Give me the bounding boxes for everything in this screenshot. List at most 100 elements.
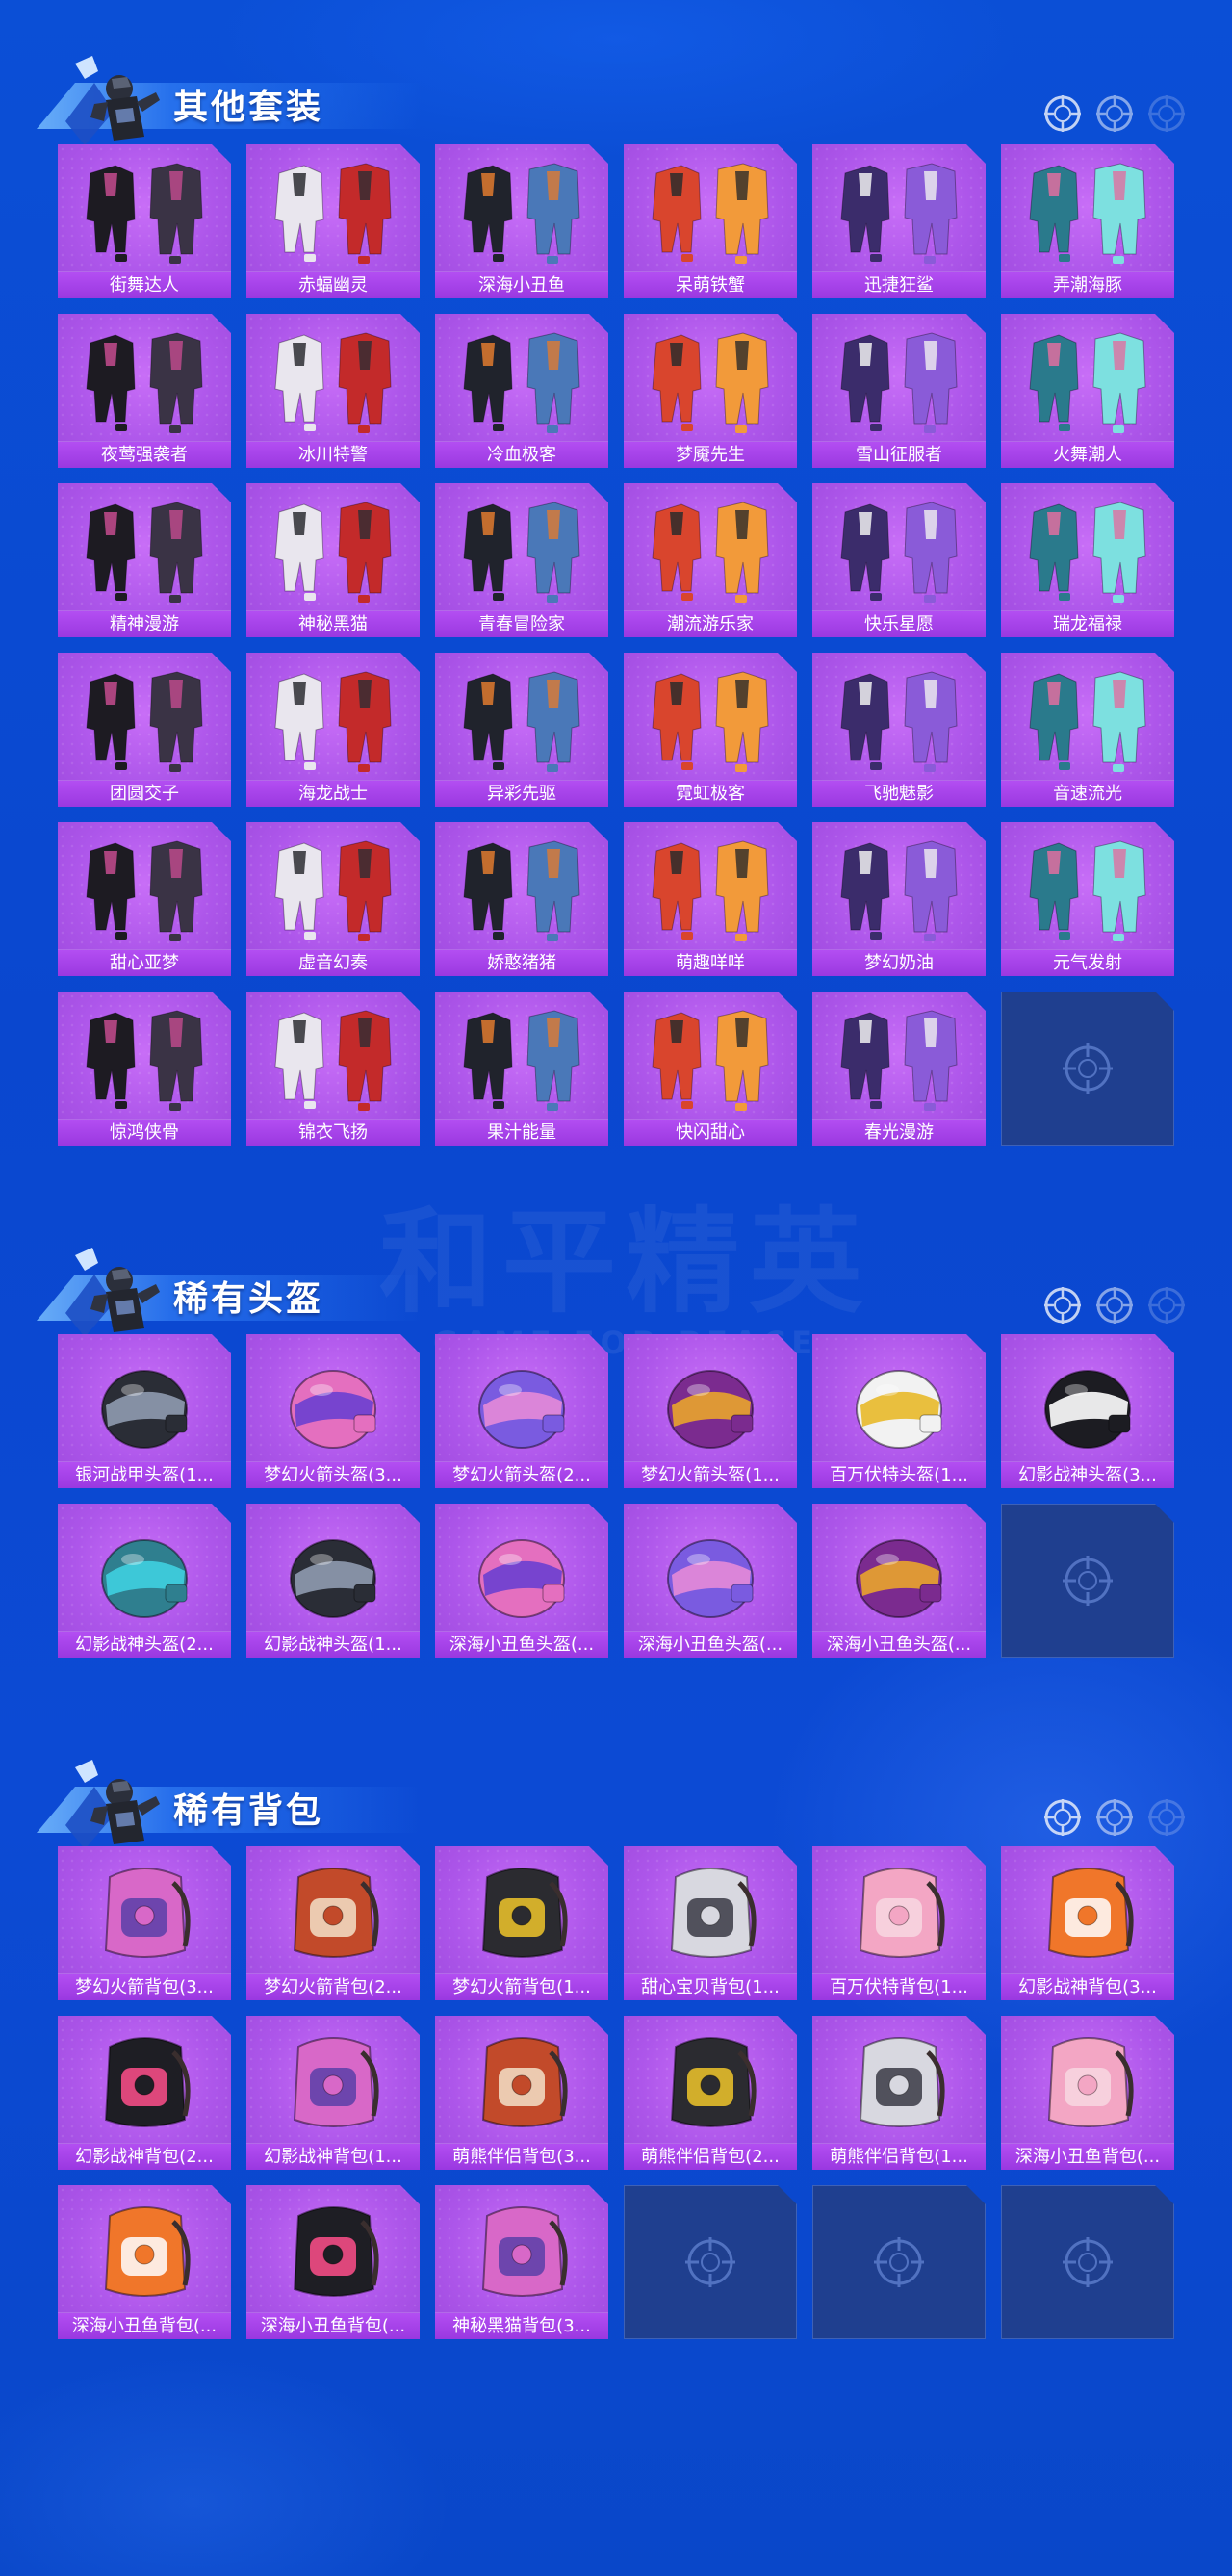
item-label: 街舞达人: [58, 271, 231, 298]
crosshair-placeholder-icon: [1061, 1042, 1115, 1095]
item-card[interactable]: 幻影战神背包(2...: [58, 2016, 231, 2170]
item-card[interactable]: 萌熊伴侣背包(3...: [435, 2016, 608, 2170]
item-card[interactable]: 梦幻火箭头盔(2...: [435, 1334, 608, 1488]
section-header: 其他套装: [29, 46, 443, 152]
item-card[interactable]: 海龙战士: [246, 653, 420, 807]
item-card[interactable]: 深海小丑鱼背包(...: [246, 2185, 420, 2339]
item-card[interactable]: 音速流光: [1001, 653, 1174, 807]
item-card[interactable]: 幻影战神背包(3...: [1001, 1846, 1174, 2000]
item-card[interactable]: 深海小丑鱼背包(...: [58, 2185, 231, 2339]
item-card[interactable]: 梦幻火箭背包(1...: [435, 1846, 608, 2000]
item-label: 迅捷狂鲨: [812, 271, 986, 298]
item-card[interactable]: 百万伏特背包(1...: [812, 1846, 986, 2000]
outfit-icon: [77, 830, 212, 943]
item-label: 冰川特警: [246, 441, 420, 468]
item-card[interactable]: 青春冒险家: [435, 483, 608, 637]
crosshair-decoration: [1043, 1286, 1186, 1325]
item-label: 梦幻火箭头盔(3...: [246, 1461, 420, 1488]
item-card[interactable]: 雪山征服者: [812, 314, 986, 468]
item-card[interactable]: 火舞潮人: [1001, 314, 1174, 468]
item-label: 幻影战神头盔(2...: [58, 1631, 231, 1658]
item-card[interactable]: 百万伏特头盔(1...: [812, 1334, 986, 1488]
item-card[interactable]: 团圆交子: [58, 653, 231, 807]
outfit-icon: [643, 491, 778, 605]
section-title: 稀有头盔: [173, 1279, 324, 1319]
item-label: 幻影战神头盔(3...: [1001, 1461, 1174, 1488]
item-label: 银河战甲头盔(1...: [58, 1461, 231, 1488]
helmet-icon: [832, 1342, 966, 1455]
item-card[interactable]: 梦幻奶油: [812, 822, 986, 976]
item-card[interactable]: 果汁能量: [435, 992, 608, 1146]
helmet-icon: [77, 1342, 212, 1455]
helmet-icon: [454, 1511, 589, 1625]
item-card[interactable]: 幻影战神头盔(2...: [58, 1504, 231, 1658]
item-card[interactable]: 深海小丑鱼头盔(...: [812, 1504, 986, 1658]
outfit-icon: [643, 660, 778, 774]
crosshair-icon: [1095, 1798, 1134, 1837]
item-card[interactable]: 赤蝠幽灵: [246, 144, 420, 298]
item-card[interactable]: 梦幻火箭头盔(1...: [624, 1334, 797, 1488]
outfit-icon: [77, 322, 212, 435]
item-card[interactable]: 呆萌铁蟹: [624, 144, 797, 298]
item-card[interactable]: 快闪甜心: [624, 992, 797, 1146]
item-card[interactable]: 瑞龙福禄: [1001, 483, 1174, 637]
item-card[interactable]: 弄潮海豚: [1001, 144, 1174, 298]
item-card[interactable]: 异彩先驱: [435, 653, 608, 807]
section-header: 稀有背包: [29, 1750, 443, 1856]
item-card[interactable]: 萌趣咩咩: [624, 822, 797, 976]
item-card[interactable]: 深海小丑鱼头盔(...: [624, 1504, 797, 1658]
outfit-icon: [643, 830, 778, 943]
item-card[interactable]: 梦幻火箭头盔(3...: [246, 1334, 420, 1488]
item-label: 瑞龙福禄: [1001, 610, 1174, 637]
backpack-icon: [832, 2023, 966, 2137]
item-card[interactable]: 春光漫游: [812, 992, 986, 1146]
item-card[interactable]: 夜莺强袭者: [58, 314, 231, 468]
item-card[interactable]: 冷血极客: [435, 314, 608, 468]
item-card[interactable]: 银河战甲头盔(1...: [58, 1334, 231, 1488]
item-card[interactable]: 锦衣飞扬: [246, 992, 420, 1146]
item-label: 团圆交子: [58, 780, 231, 807]
item-card[interactable]: 幻影战神背包(1...: [246, 2016, 420, 2170]
item-card[interactable]: 神秘黑猫: [246, 483, 420, 637]
item-card[interactable]: 深海小丑鱼: [435, 144, 608, 298]
section-title: 稀有背包: [173, 1791, 324, 1831]
crosshair-placeholder-icon: [872, 2235, 926, 2289]
crosshair-placeholder-icon: [1061, 1554, 1115, 1608]
item-card[interactable]: 潮流游乐家: [624, 483, 797, 637]
item-card[interactable]: 梦幻火箭背包(3...: [58, 1846, 231, 2000]
backpack-icon: [1020, 2023, 1155, 2137]
item-card[interactable]: 深海小丑鱼背包(...: [1001, 2016, 1174, 2170]
item-card[interactable]: 迅捷狂鲨: [812, 144, 986, 298]
item-card[interactable]: 娇憨猪猪: [435, 822, 608, 976]
item-card[interactable]: 精神漫游: [58, 483, 231, 637]
item-label: 萌熊伴侣背包(1...: [812, 2143, 986, 2170]
item-card[interactable]: 梦幻火箭背包(2...: [246, 1846, 420, 2000]
item-label: 深海小丑鱼背包(...: [58, 2312, 231, 2339]
item-card[interactable]: 快乐星愿: [812, 483, 986, 637]
outfit-icon: [832, 660, 966, 774]
item-card[interactable]: 霓虹极客: [624, 653, 797, 807]
item-card[interactable]: 幻影战神头盔(3...: [1001, 1334, 1174, 1488]
item-grid-backpack: 梦幻火箭背包(3... 梦幻火箭背包(2... 梦幻火箭背包(1... 甜心宝贝…: [58, 1846, 1174, 2339]
item-card[interactable]: 惊鸿侠骨: [58, 992, 231, 1146]
item-card[interactable]: 梦魇先生: [624, 314, 797, 468]
item-card[interactable]: 甜心亚梦: [58, 822, 231, 976]
crosshair-decoration: [1043, 94, 1186, 133]
item-card[interactable]: 幻影战神头盔(1...: [246, 1504, 420, 1658]
item-card[interactable]: 冰川特警: [246, 314, 420, 468]
item-card[interactable]: 飞驰魅影: [812, 653, 986, 807]
item-card[interactable]: 元气发射: [1001, 822, 1174, 976]
item-label: 神秘黑猫背包(3...: [435, 2312, 608, 2339]
item-card[interactable]: 虚音幻奏: [246, 822, 420, 976]
item-label: 幻影战神背包(3...: [1001, 1973, 1174, 2000]
item-card[interactable]: 街舞达人: [58, 144, 231, 298]
item-card[interactable]: 萌熊伴侣背包(1...: [812, 2016, 986, 2170]
item-card[interactable]: 萌熊伴侣背包(2...: [624, 2016, 797, 2170]
item-card[interactable]: 深海小丑鱼头盔(...: [435, 1504, 608, 1658]
outfit-icon: [266, 999, 400, 1113]
item-label: 萌熊伴侣背包(2...: [624, 2143, 797, 2170]
crosshair-icon: [1147, 1286, 1186, 1325]
outfit-icon: [1020, 830, 1155, 943]
item-card[interactable]: 甜心宝贝背包(1...: [624, 1846, 797, 2000]
item-card[interactable]: 神秘黑猫背包(3...: [435, 2185, 608, 2339]
